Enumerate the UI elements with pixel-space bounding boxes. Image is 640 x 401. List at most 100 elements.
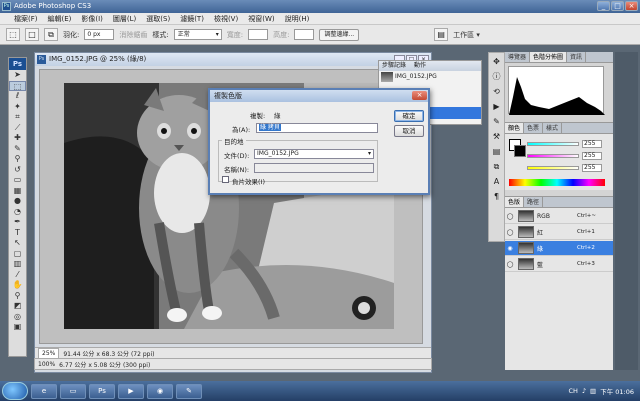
tab-styles[interactable]: 樣式 <box>543 123 563 133</box>
history-brush-icon[interactable]: ↺ <box>9 165 26 176</box>
healing-brush-icon[interactable]: ✚ <box>9 133 26 144</box>
dodge-tool-icon[interactable]: ◔ <box>9 207 26 218</box>
magic-wand-icon[interactable]: ✦ <box>9 102 26 113</box>
green-value[interactable]: 255 <box>582 151 602 160</box>
document-select[interactable]: IMG_0152.JPG ▾ <box>254 149 374 159</box>
pen-tool-icon[interactable]: ✒ <box>9 217 26 228</box>
visibility-eye-icon[interactable]: ◯ <box>505 213 515 220</box>
actions-icon[interactable]: ▶ <box>489 100 504 113</box>
tool-presets-icon[interactable]: ⚒ <box>489 130 504 143</box>
type-tool-icon[interactable]: T <box>9 228 26 239</box>
name-input[interactable] <box>254 163 374 173</box>
tab-info[interactable]: 資訊 <box>567 52 587 62</box>
color-spectrum-bar[interactable] <box>509 179 605 186</box>
tab-channels[interactable]: 色版 <box>505 197 525 207</box>
move-tool-icon[interactable]: ➤ <box>9 70 26 81</box>
taskbar-paint-icon[interactable]: ✎ <box>176 383 202 399</box>
feather-input[interactable]: 0 px <box>84 29 115 40</box>
red-value[interactable]: 255 <box>582 139 602 148</box>
crop-tool-icon[interactable]: ⌗ <box>9 112 26 123</box>
clone-stamp-icon[interactable]: ⚲ <box>9 154 26 165</box>
marquee-tool-icon[interactable]: ⬚ <box>6 28 20 41</box>
eyedropper-icon[interactable]: ⁄ <box>9 270 26 281</box>
menu-filter[interactable]: 濾鏡(T) <box>180 13 204 24</box>
color-swatches-icon[interactable]: ◩ <box>9 301 26 312</box>
zoom-tool-icon[interactable]: ⚲ <box>9 291 26 302</box>
gradient-tool-icon[interactable]: ▦ <box>9 186 26 197</box>
info-icon[interactable]: ⓘ <box>489 70 504 83</box>
history-snapshot[interactable]: IMG_0152.JPG <box>379 71 481 83</box>
lasso-tool-icon[interactable]: ℓ <box>9 91 26 102</box>
channel-row-selected[interactable]: ◉ 綠 Ctrl+2 <box>505 241 613 256</box>
visibility-eye-icon[interactable]: ◯ <box>505 261 515 268</box>
tab-paths[interactable]: 路徑 <box>524 197 544 207</box>
marquee-tool-icon[interactable]: ⬚ <box>9 80 26 91</box>
eraser-tool-icon[interactable]: ▭ <box>9 175 26 186</box>
navigator-icon[interactable]: ✥ <box>489 55 504 68</box>
taskbar-ie-icon[interactable]: e <box>31 383 57 399</box>
blue-value[interactable]: 255 <box>582 163 602 172</box>
as-name-input[interactable]: 綠 拷貝 <box>256 123 378 133</box>
menu-image[interactable]: 影像(I) <box>81 13 103 24</box>
network-icon[interactable]: ▥ <box>590 387 596 395</box>
taskbar-explorer-icon[interactable]: ▭ <box>60 383 86 399</box>
screen-mode-icon[interactable]: ▣ <box>9 322 26 333</box>
channel-row[interactable]: ◯ 紅 Ctrl+1 <box>505 225 613 240</box>
green-slider[interactable]: 255 <box>527 151 602 160</box>
taskbar-photoshop-icon[interactable]: Ps <box>89 383 115 399</box>
brushes-icon[interactable]: ✎ <box>489 115 504 128</box>
tab-color[interactable]: 顏色 <box>505 123 525 133</box>
add-selection-icon[interactable]: ⧉ <box>44 28 58 41</box>
blue-slider[interactable]: 255 <box>527 163 602 172</box>
character-icon[interactable]: A <box>489 175 504 188</box>
quick-mask-icon[interactable]: ◎ <box>9 312 26 323</box>
height-input[interactable] <box>294 29 315 40</box>
menu-select[interactable]: 選取(S) <box>146 13 170 24</box>
style-select[interactable]: 正常 <box>173 29 222 40</box>
menu-layer[interactable]: 圖層(L) <box>113 13 136 24</box>
slice-tool-icon[interactable]: ⟋ <box>9 123 26 134</box>
actions-tab[interactable]: 動作 <box>414 62 426 69</box>
red-slider[interactable]: 255 <box>527 139 602 148</box>
cancel-button[interactable]: 取消 <box>394 125 424 137</box>
minimize-button[interactable]: _ <box>597 1 610 11</box>
brush-tool-icon[interactable]: ✎ <box>9 144 26 155</box>
visibility-eye-icon[interactable]: ◯ <box>505 229 515 236</box>
menu-view[interactable]: 檢視(V) <box>214 13 238 24</box>
tab-swatches[interactable]: 色票 <box>524 123 544 133</box>
shape-tool-icon[interactable]: ▢ <box>9 249 26 260</box>
workspace-menu[interactable]: 工作區 ▾ <box>453 30 480 40</box>
paragraph-icon[interactable]: ¶ <box>489 190 504 203</box>
channel-row[interactable]: ◯ RGB Ctrl+~ <box>505 209 613 224</box>
new-selection-icon[interactable]: □ <box>25 28 39 41</box>
path-select-icon[interactable]: ↖ <box>9 238 26 249</box>
palette-well-icon[interactable]: ▤ <box>434 28 449 41</box>
history-icon[interactable]: ⟲ <box>489 85 504 98</box>
blur-tool-icon[interactable]: ● <box>9 196 26 207</box>
clone-source-icon[interactable]: ⧉ <box>489 160 504 173</box>
tab-histogram[interactable]: 色階分佈圖 <box>530 52 568 62</box>
volume-icon[interactable]: ♪ <box>582 387 586 395</box>
clock[interactable]: 下午 01:06 <box>600 386 634 396</box>
taskbar-chrome-icon[interactable]: ◉ <box>147 383 173 399</box>
zoom-field-2[interactable]: 100% <box>38 361 55 368</box>
invert-checkbox[interactable] <box>222 176 229 183</box>
visibility-eye-icon[interactable]: ◉ <box>505 245 515 252</box>
channel-row[interactable]: ◯ 藍 Ctrl+3 <box>505 257 613 272</box>
refine-edge-button[interactable]: 調整邊緣... <box>319 28 360 41</box>
notes-tool-icon[interactable]: ▥ <box>9 259 26 270</box>
start-button[interactable] <box>2 382 28 400</box>
menu-file[interactable]: 檔案(F) <box>14 13 38 24</box>
close-button[interactable]: × <box>625 1 638 11</box>
antialias-checkbox[interactable]: 消除鋸齒 <box>119 30 147 40</box>
width-input[interactable] <box>248 29 269 40</box>
menu-edit[interactable]: 編輯(E) <box>48 13 72 24</box>
ok-button[interactable]: 確定 <box>394 110 424 122</box>
language-indicator[interactable]: CH <box>568 387 577 395</box>
menu-help[interactable]: 說明(H) <box>285 13 310 24</box>
history-tab[interactable]: 步驟記錄 <box>382 62 406 69</box>
tab-navigator[interactable]: 導覽器 <box>505 52 531 62</box>
dialog-close-button[interactable]: × <box>412 91 427 100</box>
layer-comps-icon[interactable]: ▤ <box>489 145 504 158</box>
hand-tool-icon[interactable]: ✋ <box>9 280 26 291</box>
